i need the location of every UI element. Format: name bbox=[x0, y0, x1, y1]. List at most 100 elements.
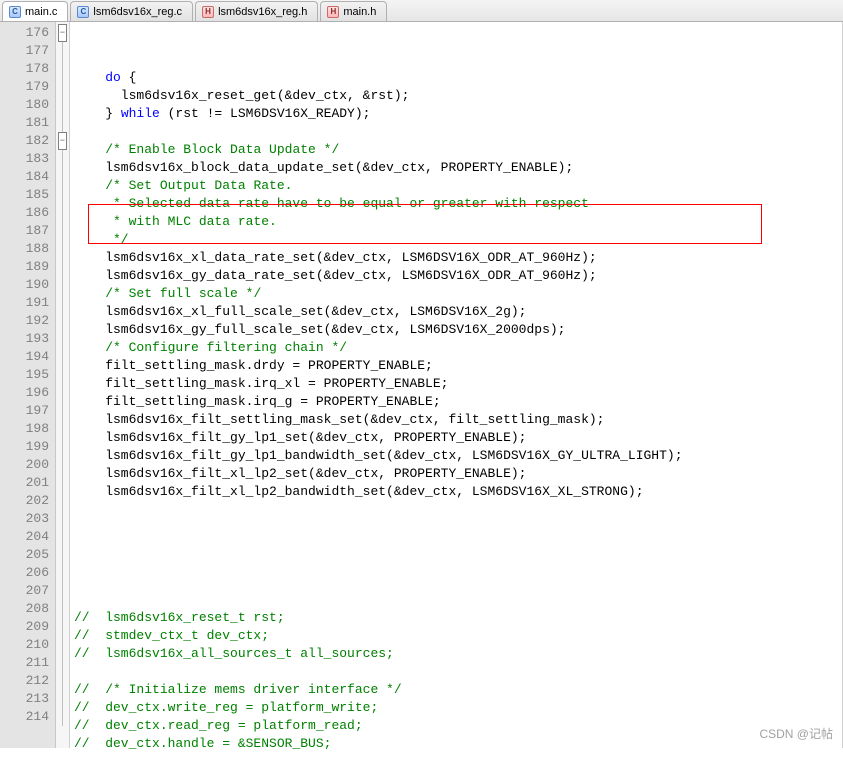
fold-cell bbox=[56, 60, 69, 78]
fold-line-icon bbox=[62, 564, 63, 582]
fold-cell[interactable]: − bbox=[56, 132, 69, 150]
fold-cell bbox=[56, 312, 69, 330]
h-file-icon: H bbox=[327, 6, 339, 18]
code-line[interactable]: // dev_ctx.write_reg = platform_write; bbox=[70, 699, 843, 717]
fold-line-icon bbox=[62, 96, 63, 114]
code-line[interactable]: lsm6dsv16x_filt_gy_lp1_set(&dev_ctx, PRO… bbox=[70, 429, 843, 447]
code-token: // dev_ctx.write_reg = platform_write; bbox=[74, 700, 378, 715]
h-file-icon: H bbox=[202, 6, 214, 18]
fold-line-icon bbox=[62, 600, 63, 618]
code-line[interactable]: filt_settling_mask.irq_g = PROPERTY_ENAB… bbox=[70, 393, 843, 411]
fold-cell bbox=[56, 474, 69, 492]
code-token bbox=[74, 70, 105, 85]
code-token: lsm6dsv16x_reset_get(&dev_ctx, &rst); bbox=[74, 88, 409, 103]
fold-line-icon bbox=[62, 168, 63, 186]
code-line[interactable]: /* Set full scale */ bbox=[70, 285, 843, 303]
line-number: 211 bbox=[0, 654, 55, 672]
code-line[interactable]: lsm6dsv16x_reset_get(&dev_ctx, &rst); bbox=[70, 87, 843, 105]
code-line[interactable] bbox=[70, 663, 843, 681]
fold-line-icon bbox=[62, 60, 63, 78]
tab-main-c[interactable]: C main.c bbox=[2, 1, 68, 21]
fold-line-icon bbox=[62, 258, 63, 276]
fold-cell[interactable]: − bbox=[56, 24, 69, 42]
code-line[interactable]: // /* Initialize mems driver interface *… bbox=[70, 681, 843, 699]
code-line[interactable]: // lsm6dsv16x_all_sources_t all_sources; bbox=[70, 645, 843, 663]
fold-toggle-icon[interactable]: − bbox=[58, 132, 67, 150]
line-number: 190 bbox=[0, 276, 55, 294]
code-line[interactable] bbox=[70, 123, 843, 141]
line-number: 201 bbox=[0, 474, 55, 492]
code-line[interactable] bbox=[70, 573, 843, 591]
line-number: 187 bbox=[0, 222, 55, 240]
code-area[interactable]: do { lsm6dsv16x_reset_get(&dev_ctx, &rst… bbox=[70, 22, 843, 748]
code-token: } bbox=[74, 106, 121, 121]
code-token: (rst != LSM6DSV16X_READY); bbox=[160, 106, 371, 121]
code-line[interactable]: do { bbox=[70, 69, 843, 87]
fold-cell bbox=[56, 384, 69, 402]
line-number: 185 bbox=[0, 186, 55, 204]
code-token: lsm6dsv16x_xl_data_rate_set(&dev_ctx, LS… bbox=[74, 250, 597, 265]
code-token: lsm6dsv16x_filt_gy_lp1_set(&dev_ctx, PRO… bbox=[74, 430, 526, 445]
code-line[interactable]: /* Configure filtering chain */ bbox=[70, 339, 843, 357]
code-line[interactable]: lsm6dsv16x_block_data_update_set(&dev_ct… bbox=[70, 159, 843, 177]
code-line[interactable]: lsm6dsv16x_filt_xl_lp2_bandwidth_set(&de… bbox=[70, 483, 843, 501]
line-number: 191 bbox=[0, 294, 55, 312]
code-token: // lsm6dsv16x_reset_t rst; bbox=[74, 610, 285, 625]
line-number: 181 bbox=[0, 114, 55, 132]
fold-line-icon bbox=[62, 654, 63, 672]
line-number: 204 bbox=[0, 528, 55, 546]
code-line[interactable] bbox=[70, 537, 843, 555]
fold-line-icon bbox=[62, 276, 63, 294]
code-line[interactable]: lsm6dsv16x_filt_settling_mask_set(&dev_c… bbox=[70, 411, 843, 429]
code-line[interactable] bbox=[70, 753, 843, 771]
line-number: 198 bbox=[0, 420, 55, 438]
code-line[interactable]: lsm6dsv16x_filt_xl_lp2_set(&dev_ctx, PRO… bbox=[70, 465, 843, 483]
code-line[interactable]: /* Enable Block Data Update */ bbox=[70, 141, 843, 159]
code-line[interactable] bbox=[70, 591, 843, 609]
code-line[interactable]: * Selected data rate have to be equal or… bbox=[70, 195, 843, 213]
code-token: */ bbox=[74, 232, 129, 247]
tab-reg-c[interactable]: C lsm6dsv16x_reg.c bbox=[70, 1, 193, 21]
code-line[interactable]: lsm6dsv16x_xl_full_scale_set(&dev_ctx, L… bbox=[70, 303, 843, 321]
code-line[interactable] bbox=[70, 555, 843, 573]
fold-line-icon bbox=[62, 690, 63, 708]
fold-cell bbox=[56, 618, 69, 636]
line-number: 179 bbox=[0, 78, 55, 96]
fold-line-icon bbox=[62, 114, 63, 132]
fold-line-icon bbox=[62, 402, 63, 420]
code-line[interactable]: // lsm6dsv16x_reset_t rst; bbox=[70, 609, 843, 627]
fold-cell bbox=[56, 582, 69, 600]
code-line[interactable]: filt_settling_mask.drdy = PROPERTY_ENABL… bbox=[70, 357, 843, 375]
code-line[interactable]: lsm6dsv16x_gy_full_scale_set(&dev_ctx, L… bbox=[70, 321, 843, 339]
tab-reg-h[interactable]: H lsm6dsv16x_reg.h bbox=[195, 1, 318, 21]
code-line[interactable]: lsm6dsv16x_filt_gy_lp1_bandwidth_set(&de… bbox=[70, 447, 843, 465]
code-line[interactable] bbox=[70, 501, 843, 519]
code-token bbox=[74, 286, 105, 301]
code-line[interactable]: // stmdev_ctx_t dev_ctx; bbox=[70, 627, 843, 645]
fold-line-icon bbox=[62, 582, 63, 600]
fold-line-icon bbox=[62, 708, 63, 726]
code-token bbox=[74, 178, 105, 193]
fold-line-icon bbox=[62, 420, 63, 438]
code-line[interactable]: filt_settling_mask.irq_xl = PROPERTY_ENA… bbox=[70, 375, 843, 393]
code-line[interactable]: // dev_ctx.handle = &SENSOR_BUS; bbox=[70, 735, 843, 753]
code-token bbox=[74, 142, 105, 157]
code-line[interactable]: lsm6dsv16x_xl_data_rate_set(&dev_ctx, LS… bbox=[70, 249, 843, 267]
code-token: /* Set Output Data Rate. bbox=[105, 178, 292, 193]
line-number: 212 bbox=[0, 672, 55, 690]
code-line[interactable]: } while (rst != LSM6DSV16X_READY); bbox=[70, 105, 843, 123]
fold-cell bbox=[56, 438, 69, 456]
fold-toggle-icon[interactable]: − bbox=[58, 24, 67, 42]
code-token: { bbox=[121, 70, 137, 85]
code-line[interactable]: * with MLC data rate. bbox=[70, 213, 843, 231]
code-line[interactable]: // dev_ctx.read_reg = platform_read; bbox=[70, 717, 843, 735]
fold-cell bbox=[56, 258, 69, 276]
code-line[interactable]: */ bbox=[70, 231, 843, 249]
tab-main-h[interactable]: H main.h bbox=[320, 1, 387, 21]
code-line[interactable] bbox=[70, 519, 843, 537]
fold-cell bbox=[56, 114, 69, 132]
line-number: 176 bbox=[0, 24, 55, 42]
code-line[interactable]: /* Set Output Data Rate. bbox=[70, 177, 843, 195]
fold-line-icon bbox=[62, 528, 63, 546]
code-line[interactable]: lsm6dsv16x_gy_data_rate_set(&dev_ctx, LS… bbox=[70, 267, 843, 285]
